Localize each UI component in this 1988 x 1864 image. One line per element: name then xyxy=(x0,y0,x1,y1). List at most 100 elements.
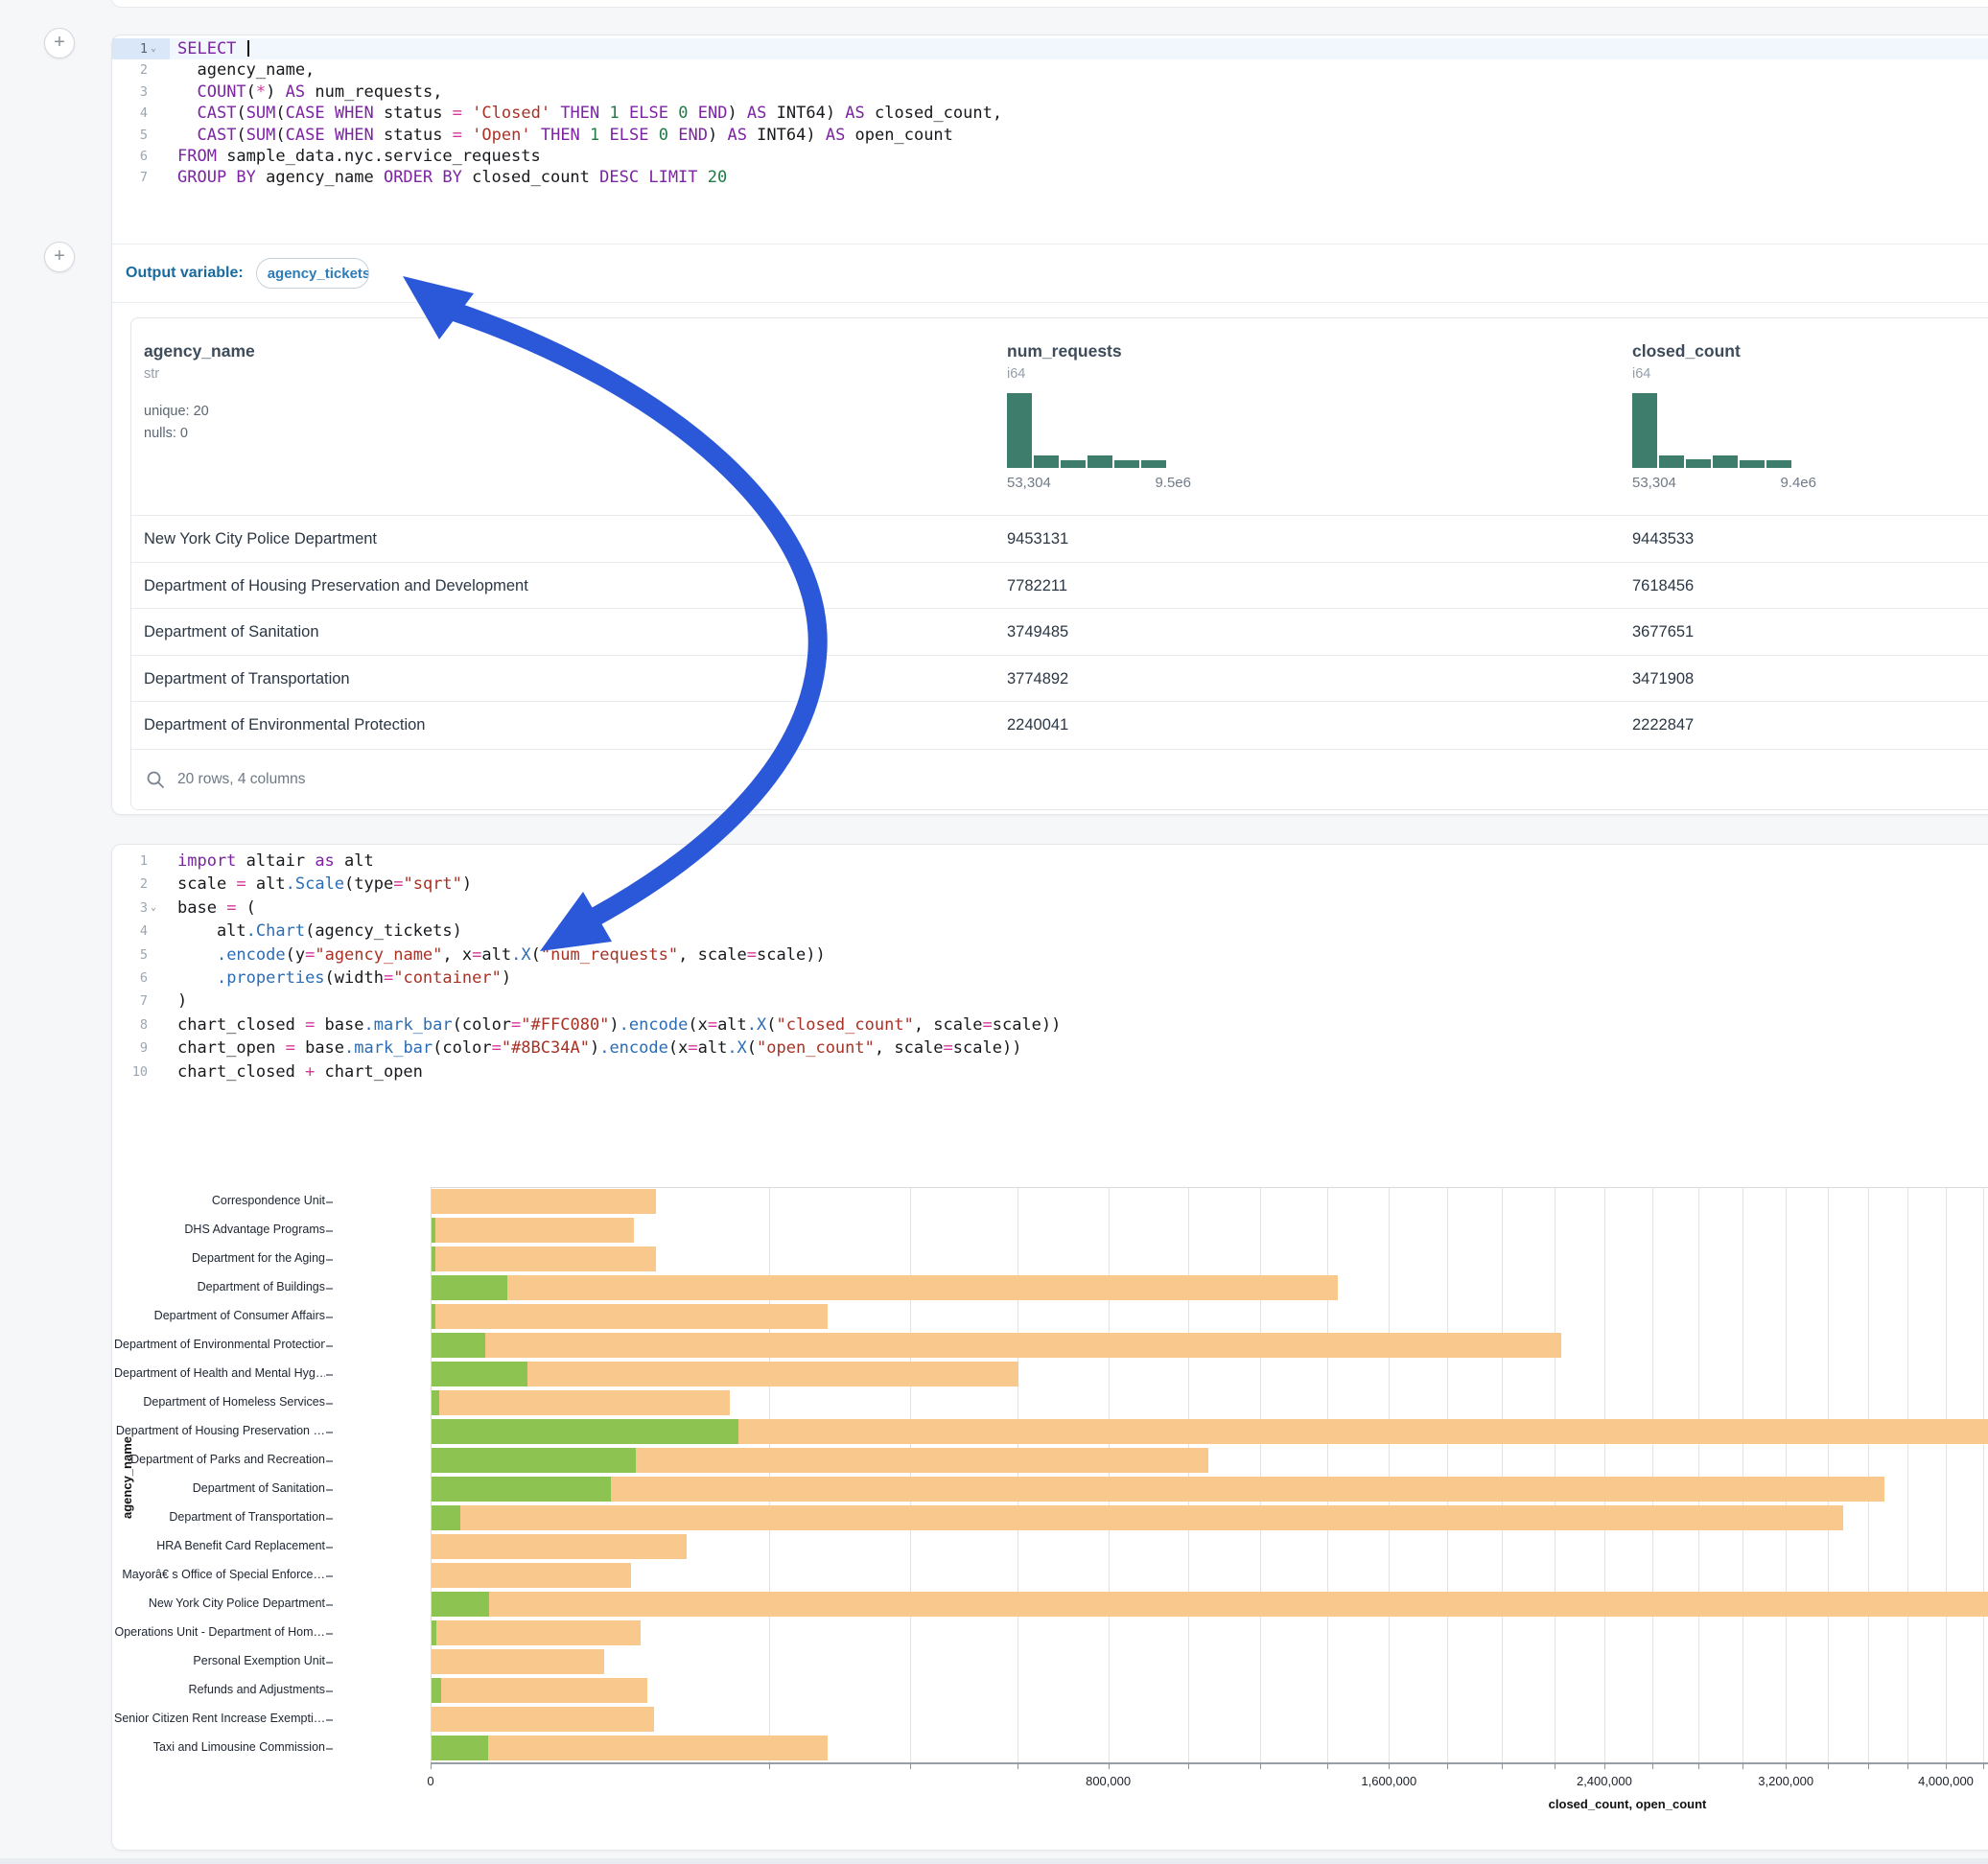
bar-open-count xyxy=(432,1419,738,1444)
code-line[interactable]: 4 CAST(SUM(CASE WHEN status = 'Closed' T… xyxy=(112,103,1988,124)
chart-gridline xyxy=(1828,1187,1829,1762)
code-line[interactable]: 6 .properties(width="container") xyxy=(112,967,1988,990)
table-row[interactable]: Department of Sanitation37494853677651 xyxy=(131,608,1988,656)
line-number: 1 xyxy=(112,850,170,873)
bar-closed-count xyxy=(432,1563,631,1588)
column-name: closed_count xyxy=(1632,318,1816,361)
bar-open-count xyxy=(432,1362,527,1386)
bar-closed-count xyxy=(432,1505,1843,1530)
chart-category-tick xyxy=(326,1547,333,1549)
chart-x-tick-label: 4,000,000 xyxy=(1918,1774,1974,1788)
column-header[interactable]: num_requestsi6453,3049.5e6 xyxy=(1007,318,1191,491)
chart-category-label: Department of Transportation xyxy=(114,1510,325,1524)
chart-view-border xyxy=(431,1187,1988,1188)
chart-category-label: Department for the Aging xyxy=(114,1251,325,1265)
chart-category-label: Correspondence Unit xyxy=(114,1194,325,1207)
table-row[interactable]: Department of Transportation377489234719… xyxy=(131,655,1988,703)
chart-x-tick-label: 3,200,000 xyxy=(1758,1774,1813,1788)
chart-category-label: Refunds and Adjustments xyxy=(114,1683,325,1696)
code-line[interactable]: 2 agency_name, xyxy=(112,59,1988,81)
column-header[interactable]: agency_namestrunique: 20nulls: 0 xyxy=(144,318,255,445)
chart-x-tick-label: 2,400,000 xyxy=(1577,1774,1632,1788)
chart-gridline xyxy=(1109,1187,1110,1762)
code-line[interactable]: 6FROM sample_data.nyc.service_requests xyxy=(112,146,1988,167)
chart-x-tick-label: 800,000 xyxy=(1086,1774,1131,1788)
bar-open-count xyxy=(432,1275,507,1300)
code-line[interactable]: 8chart_closed = base.mark_bar(color="#FF… xyxy=(112,1014,1988,1037)
code-line[interactable]: 10chart_closed + chart_open xyxy=(112,1060,1988,1083)
bar-closed-count xyxy=(432,1275,1338,1300)
table-row[interactable]: New York City Police Department945313194… xyxy=(131,515,1988,563)
chart-gridline xyxy=(1652,1187,1653,1762)
chart-category-tick xyxy=(326,1432,333,1433)
code-line[interactable]: 5 CAST(SUM(CASE WHEN status = 'Open' THE… xyxy=(112,125,1988,146)
column-type: i64 xyxy=(1632,366,1816,382)
add-cell-button-top[interactable]: + xyxy=(44,28,75,58)
line-number: 6 xyxy=(112,146,170,167)
chart-category-tick xyxy=(326,1748,333,1750)
chart-x-tick xyxy=(1742,1763,1743,1769)
chart-category-tick xyxy=(326,1403,333,1405)
chart-category-tick xyxy=(326,1489,333,1491)
chart-category-tick xyxy=(326,1288,333,1290)
bar-closed-count xyxy=(432,1477,1884,1502)
chart-category-label: Department of Parks and Recreation xyxy=(114,1453,325,1466)
code-line[interactable]: 3 COUNT(*) AS num_requests, xyxy=(112,82,1988,103)
code-text: .encode(y="agency_name", x=alt.X("num_re… xyxy=(170,944,826,967)
code-line[interactable]: 3⌄base = ( xyxy=(112,897,1988,920)
chart-x-tick xyxy=(1868,1763,1869,1769)
chart-category-tick xyxy=(326,1259,333,1261)
chart-gridline xyxy=(1389,1187,1390,1762)
code-text: COUNT(*) AS num_requests, xyxy=(170,82,442,103)
line-number: 10 xyxy=(112,1060,170,1083)
table-row[interactable]: Department of Environmental Protection22… xyxy=(131,701,1988,749)
chart-category-label: Department of Homeless Services xyxy=(114,1395,325,1409)
code-line[interactable]: 2scale = alt.Scale(type="sqrt") xyxy=(112,873,1988,896)
code-line[interactable]: 7) xyxy=(112,990,1988,1013)
chart-category-label: Department of Housing Preservation … xyxy=(114,1424,325,1437)
add-cell-button-output[interactable]: + xyxy=(44,242,75,272)
chart-category-label: Department of Sanitation xyxy=(114,1481,325,1495)
fold-chevron-icon[interactable]: ⌄ xyxy=(151,897,160,920)
column-header[interactable]: closed_counti6453,3049.4e6 xyxy=(1632,318,1816,491)
column-name: num_requests xyxy=(1007,318,1191,361)
bar-open-count xyxy=(432,1333,485,1358)
chart-x-axis-title: closed_count, open_count xyxy=(1549,1797,1707,1811)
bar-closed-count xyxy=(432,1218,634,1243)
bar-closed-count xyxy=(432,1189,656,1214)
line-number: 4 xyxy=(112,103,170,124)
search-icon[interactable] xyxy=(146,770,165,789)
code-line[interactable]: 1⌄SELECT xyxy=(112,38,1988,59)
cell-value: 2222847 xyxy=(1632,702,1694,749)
column-histogram xyxy=(1632,393,1791,468)
python-code-editor[interactable]: 1import altair as alt2scale = alt.Scale(… xyxy=(112,850,1988,1083)
code-line[interactable]: 4 alt.Chart(agency_tickets) xyxy=(112,920,1988,943)
results-table: agency_namestrunique: 20nulls: 0 num_requ… xyxy=(130,317,1988,810)
code-line[interactable]: 9chart_open = base.mark_bar(color="#8BC3… xyxy=(112,1037,1988,1060)
code-text: scale = alt.Scale(type="sqrt") xyxy=(170,873,472,896)
code-text: chart_closed = base.mark_bar(color="#FFC… xyxy=(170,1014,1061,1037)
chart-category-label: Taxi and Limousine Commission xyxy=(114,1740,325,1754)
output-variable-pill[interactable]: agency_tickets xyxy=(256,258,369,289)
code-line[interactable]: 5 .encode(y="agency_name", x=alt.X("num_… xyxy=(112,944,1988,967)
chart-category-tick xyxy=(326,1719,333,1721)
sql-code-editor[interactable]: 1⌄SELECT 2 agency_name,3 COUNT(*) AS num… xyxy=(112,38,1988,189)
code-line[interactable]: 1import altair as alt xyxy=(112,850,1988,873)
chart-category-tick xyxy=(326,1460,333,1462)
next-cell-fragment xyxy=(0,1858,1988,1864)
chart-category-tick xyxy=(326,1662,333,1664)
fold-chevron-icon[interactable]: ⌄ xyxy=(151,38,160,59)
table-row[interactable]: Department of Housing Preservation and D… xyxy=(131,562,1988,610)
bar-closed-count xyxy=(432,1707,654,1732)
chart-gridline xyxy=(1786,1187,1787,1762)
code-line[interactable]: 7GROUP BY agency_name ORDER BY closed_co… xyxy=(112,167,1988,188)
previous-cell-fragment xyxy=(111,0,1988,8)
bar-closed-count xyxy=(432,1304,828,1329)
code-text: chart_closed + chart_open xyxy=(170,1060,423,1083)
chart-x-tick xyxy=(1786,1763,1787,1769)
code-text: GROUP BY agency_name ORDER BY closed_cou… xyxy=(170,167,727,188)
bar-closed-count xyxy=(432,1333,1561,1358)
chart-x-tick xyxy=(1188,1763,1189,1769)
chart-gridline xyxy=(1327,1187,1328,1762)
column-stats: unique: 20nulls: 0 xyxy=(144,401,255,445)
